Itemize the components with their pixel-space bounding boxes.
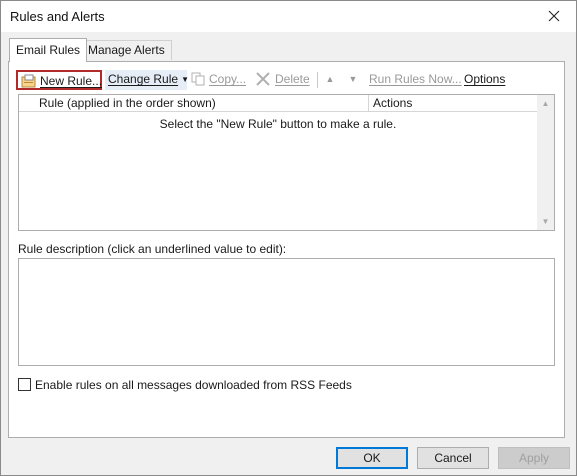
close-button[interactable] [532, 1, 576, 32]
change-rule-label: Change Rule [108, 72, 179, 86]
apply-button[interactable]: Apply [498, 447, 570, 469]
delete-label: Delete [275, 72, 310, 86]
cancel-button[interactable]: Cancel [417, 447, 489, 469]
options-label: Options [464, 72, 506, 86]
rss-rules-label[interactable]: Enable rules on all messages downloaded … [35, 378, 352, 392]
copy-icon [191, 72, 205, 86]
window-title: Rules and Alerts [10, 9, 105, 24]
scroll-up-arrow-icon[interactable]: ▲ [537, 95, 554, 112]
run-rules-now-label: Run Rules Now... [369, 72, 462, 86]
run-rules-now-button[interactable]: Run Rules Now... [369, 70, 462, 90]
rule-description-box[interactable] [18, 258, 555, 366]
new-rule-button[interactable]: New Rule... [16, 70, 102, 90]
delete-button[interactable]: Delete [255, 70, 310, 90]
move-up-button[interactable]: ▲ [323, 70, 337, 90]
tab-email-rules[interactable]: Email Rules [9, 38, 88, 62]
toolbar-separator [317, 72, 318, 88]
title-bar: Rules and Alerts [1, 1, 576, 32]
rule-description-label: Rule description (click an underlined va… [18, 242, 287, 256]
column-header-rule[interactable]: Rule (applied in the order shown) [19, 95, 369, 112]
empty-list-message: Select the "New Rule" button to make a r… [159, 117, 397, 131]
rules-list-scrollbar[interactable]: ▲ ▼ [537, 95, 554, 230]
move-down-button[interactable]: ▼ [346, 70, 360, 90]
tab-manage-alerts[interactable]: Manage Alerts [81, 40, 172, 60]
close-icon [548, 10, 560, 22]
ok-button[interactable]: OK [336, 447, 408, 469]
rules-list[interactable]: Rule (applied in the order shown) Action… [18, 94, 555, 231]
copy-label: Copy... [209, 72, 247, 86]
new-rule-icon [21, 74, 36, 88]
new-rule-label: New Rule... [40, 74, 103, 88]
rss-rules-checkbox[interactable] [18, 378, 31, 391]
rules-and-alerts-dialog: Rules and Alerts Email Rules Manage Aler… [0, 0, 577, 476]
scroll-down-arrow-icon[interactable]: ▼ [537, 213, 554, 230]
copy-button[interactable]: Copy... [191, 70, 246, 90]
delete-icon [256, 72, 270, 86]
options-button[interactable]: Options [464, 70, 505, 90]
chevron-down-icon: ▼ [181, 75, 189, 84]
change-rule-dropdown[interactable]: Change Rule ▼ [105, 70, 189, 90]
column-header-actions[interactable]: Actions [369, 95, 537, 112]
